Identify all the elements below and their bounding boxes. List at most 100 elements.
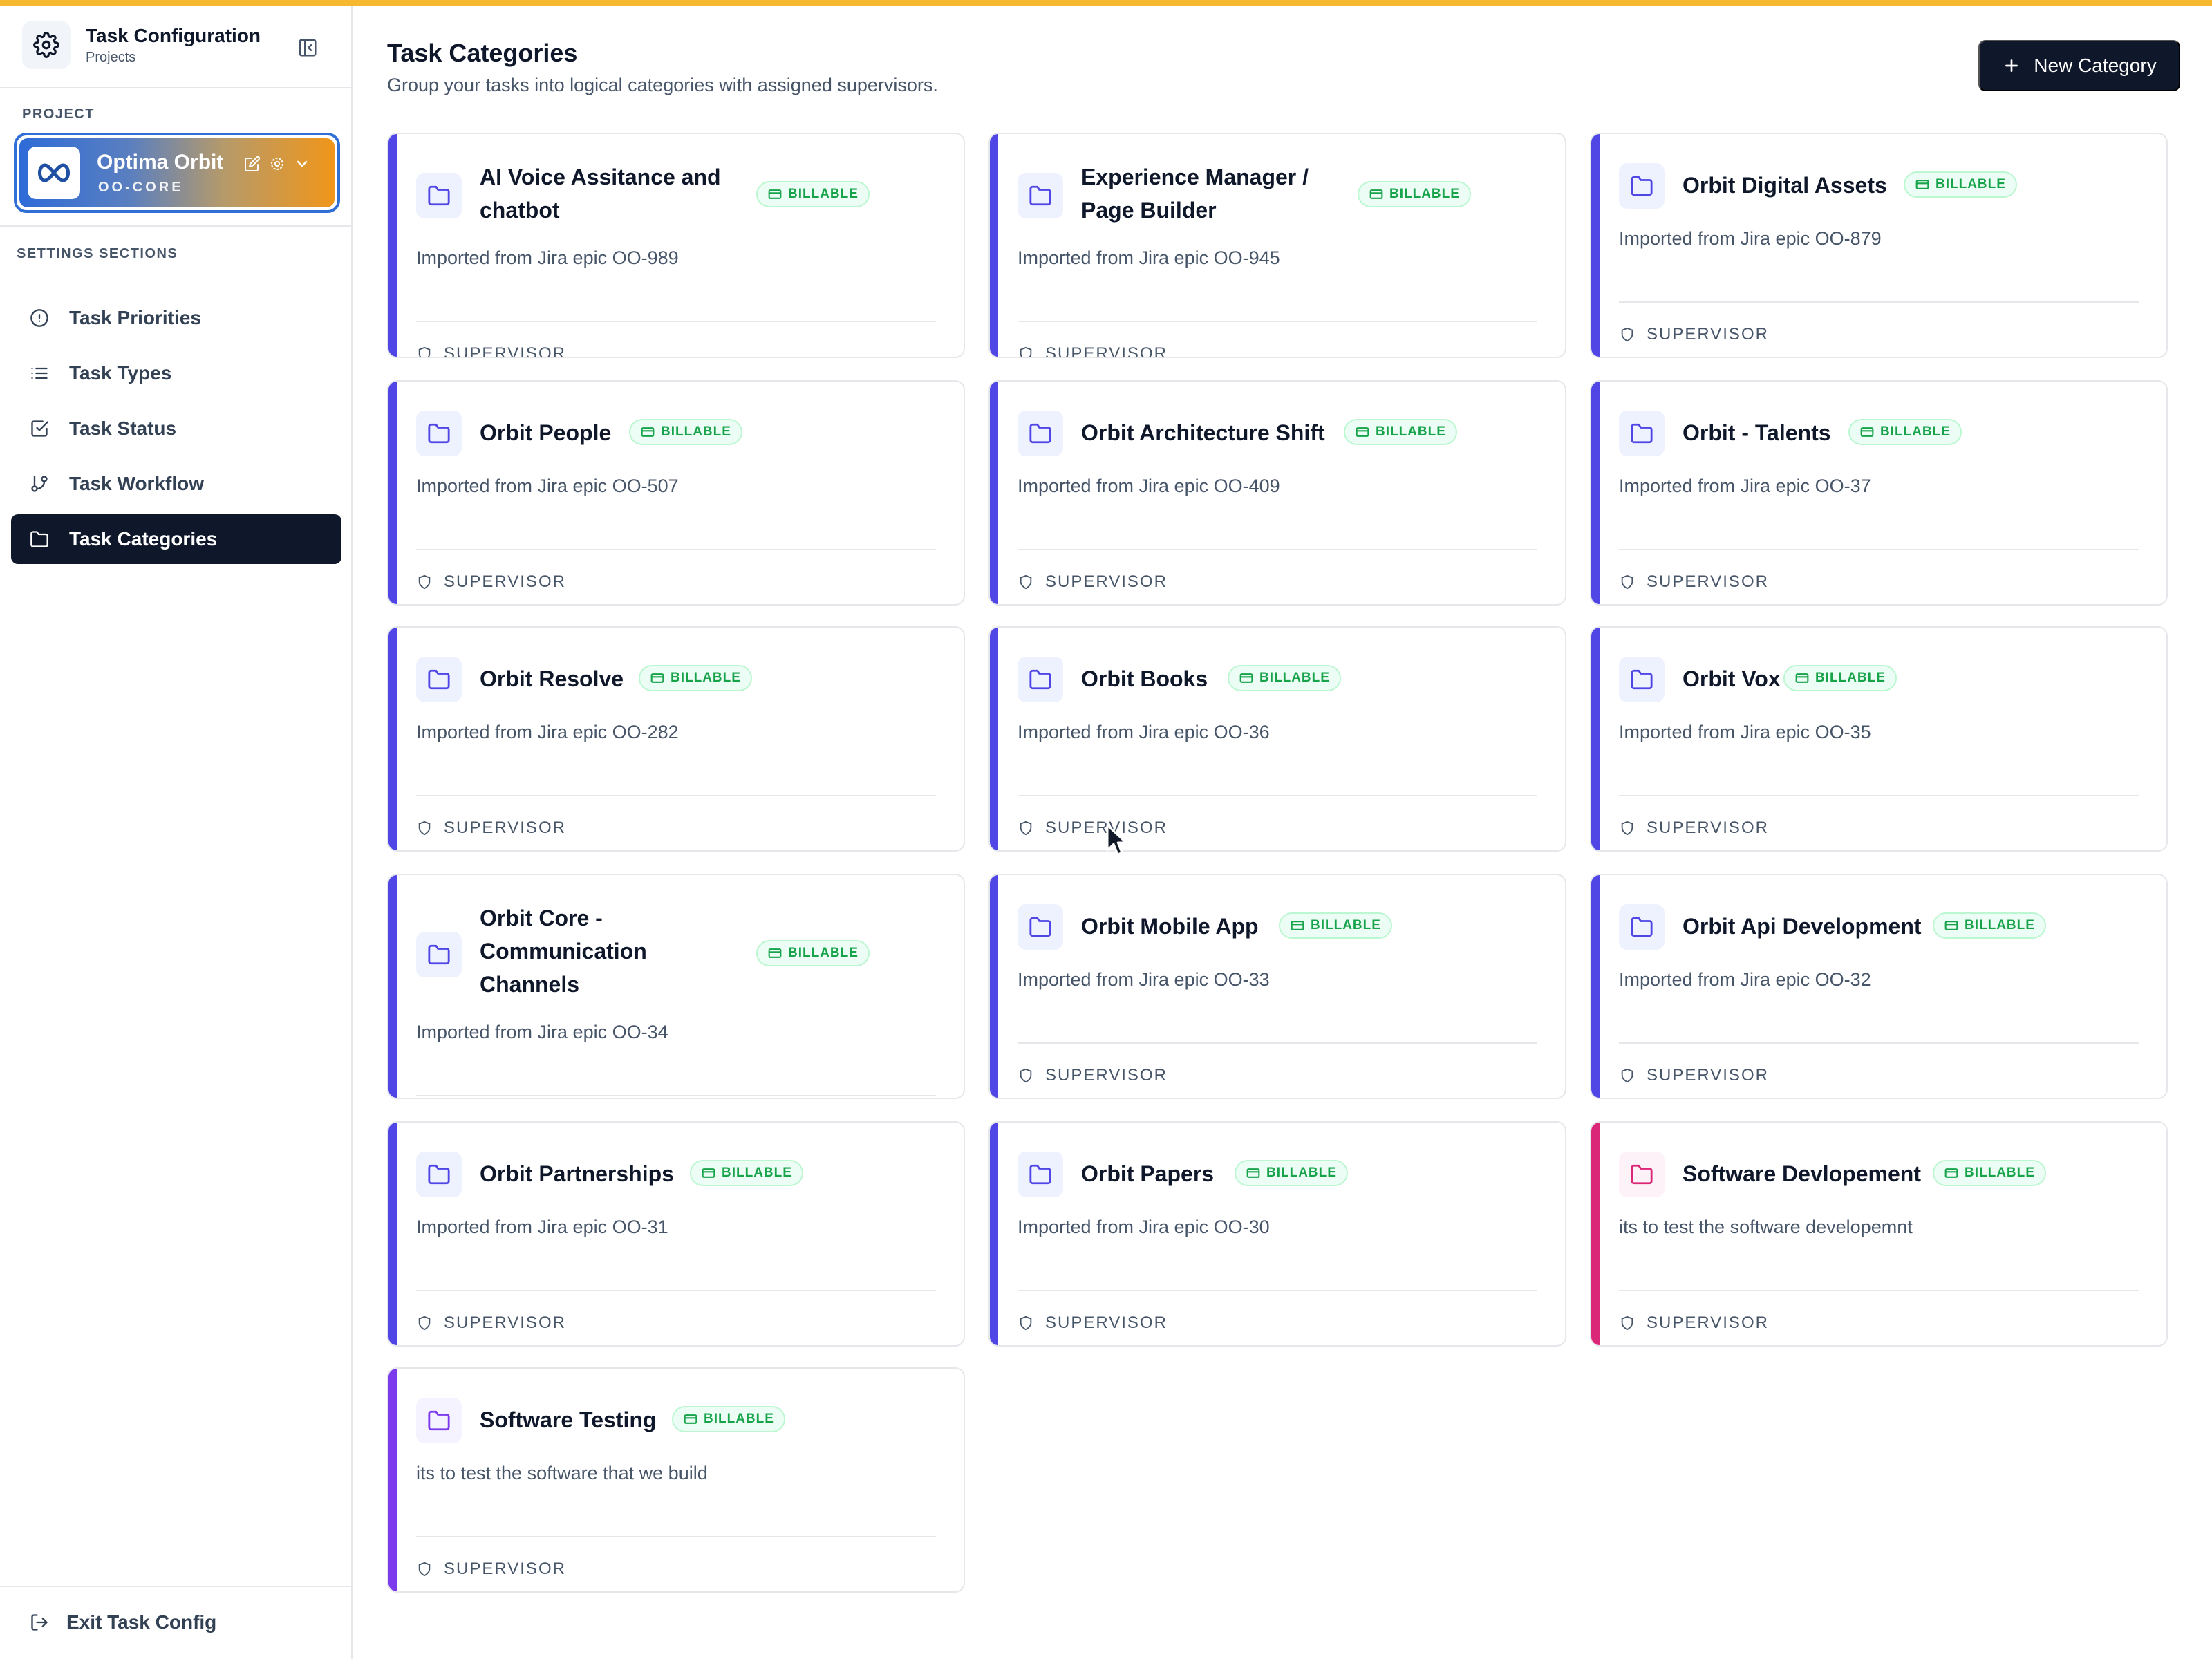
category-card[interactable]: Orbit Resolve BILLABLE Imported from Jir… [387, 626, 965, 852]
category-card[interactable]: Software Devlopement BILLABLE its to tes… [1590, 1121, 2168, 1347]
category-card[interactable]: Orbit Books BILLABLE Imported from Jira … [988, 626, 1566, 852]
shield-icon [1018, 1315, 1034, 1331]
sidebar-item-task-categories[interactable]: Task Categories [11, 514, 341, 564]
sidebar-item-label: Task Categories [69, 528, 218, 550]
card-accent [1591, 134, 1600, 357]
category-description: Imported from Jira epic OO-31 [416, 1217, 668, 1237]
sidebar-item-task-workflow[interactable]: Task Workflow [11, 459, 341, 509]
card-accent [388, 628, 397, 850]
card-accent [990, 628, 998, 850]
project-logo [28, 147, 80, 199]
checkbox-icon [28, 417, 51, 440]
edit-icon[interactable] [243, 155, 261, 173]
credit-card-icon [1859, 424, 1875, 440]
card-divider [1018, 1290, 1537, 1291]
shield-icon [416, 574, 433, 590]
shield-icon [416, 346, 433, 357]
folder-icon [1018, 904, 1063, 950]
shield-icon [1619, 574, 1635, 590]
supervisor-field: SUPERVISOR [1619, 572, 1769, 592]
credit-card-icon [683, 1412, 698, 1427]
shield-icon [1619, 326, 1635, 343]
sidebar-footer-divider [0, 1586, 351, 1587]
folder-icon [1619, 904, 1665, 950]
folder-icon [416, 1152, 462, 1197]
category-card[interactable]: Orbit People BILLABLE Imported from Jira… [387, 380, 965, 606]
category-title: Orbit Partnerships [480, 1161, 674, 1186]
shield-icon [416, 1315, 433, 1331]
sidebar-item-task-types[interactable]: Task Types [11, 348, 341, 398]
sidebar-item-task-priorities[interactable]: Task Priorities [11, 293, 341, 343]
credit-card-icon [1355, 424, 1370, 440]
category-card[interactable]: Orbit Vox BILLABLE Imported from Jira ep… [1590, 626, 2168, 852]
credit-card-icon [1369, 187, 1384, 202]
page-description: Group your tasks into logical categories… [387, 75, 938, 95]
new-category-button[interactable]: New Category [1978, 40, 2180, 91]
log-out-icon [28, 1611, 51, 1634]
folder-icon [1018, 1152, 1063, 1197]
chevron-down-icon[interactable] [293, 155, 311, 173]
project-selector[interactable]: Optima Orbit OO-CORE [14, 133, 340, 213]
credit-card-icon [640, 424, 655, 440]
credit-card-icon [1944, 918, 1959, 933]
category-description: Imported from Jira epic OO-282 [416, 722, 679, 742]
collapse-sidebar-icon[interactable] [296, 36, 319, 59]
card-divider [1619, 1042, 2139, 1044]
folder-icon [416, 173, 462, 218]
settings-icon[interactable] [268, 155, 286, 173]
category-description: Imported from Jira epic OO-507 [416, 476, 679, 496]
folder-icon [1619, 411, 1665, 456]
category-card[interactable]: Experience Manager / Page Builder BILLAB… [988, 133, 1566, 358]
category-title: Orbit - Talents [1683, 420, 1831, 445]
settings-nav: Task Priorities Task Types Task Status T… [11, 293, 341, 570]
sidebar-item-label: Task Priorities [69, 307, 201, 328]
category-card[interactable]: Orbit Digital Assets BILLABLE Imported f… [1590, 133, 2168, 358]
sidebar-header: Task Configuration Projects [0, 6, 351, 88]
sidebar-item-task-status[interactable]: Task Status [11, 404, 341, 453]
shield-icon [1018, 820, 1034, 836]
category-card[interactable]: Orbit Partnerships BILLABLE Imported fro… [387, 1121, 965, 1347]
billable-badge: BILLABLE [1279, 912, 1392, 939]
category-title: Orbit Vox [1683, 666, 1781, 691]
category-card[interactable]: Orbit Papers BILLABLE Imported from Jira… [988, 1121, 1566, 1347]
category-card[interactable]: Orbit Mobile App BILLABLE Imported from … [988, 874, 1566, 1099]
card-divider [1018, 1042, 1537, 1044]
card-accent [990, 382, 998, 604]
billable-badge: BILLABLE [1228, 665, 1341, 691]
card-divider [1018, 795, 1537, 796]
credit-card-icon [1915, 177, 1930, 192]
sidebar-item-label: Task Types [69, 362, 172, 384]
shield-icon [1018, 346, 1034, 357]
category-description: Imported from Jira epic OO-36 [1018, 722, 1270, 742]
plus-icon [2002, 56, 2021, 75]
category-description: Imported from Jira epic OO-34 [416, 1022, 668, 1042]
category-card[interactable]: Orbit - Talents BILLABLE Imported from J… [1590, 380, 2168, 606]
category-card[interactable]: Software Testing BILLABLE its to test th… [387, 1367, 965, 1593]
supervisor-field: SUPERVISOR [416, 1559, 566, 1579]
category-card[interactable]: Orbit Architecture Shift BILLABLE Import… [988, 380, 1566, 606]
billable-badge: BILLABLE [629, 419, 742, 445]
card-accent [1591, 628, 1600, 850]
shield-icon [1018, 574, 1034, 590]
exit-task-config-button[interactable]: Exit Task Config [28, 1611, 216, 1634]
credit-card-icon [701, 1165, 716, 1181]
billable-badge: BILLABLE [1848, 419, 1962, 445]
category-card[interactable]: Orbit Api Development BILLABLE Imported … [1590, 874, 2168, 1099]
supervisor-field: SUPERVISOR [1619, 1313, 1769, 1333]
credit-card-icon [1794, 671, 1810, 686]
card-accent [1591, 382, 1600, 604]
category-description: Imported from Jira epic OO-989 [416, 247, 679, 268]
category-card[interactable]: AI Voice Assitance and chatbot BILLABLE … [387, 133, 965, 358]
card-accent [990, 1123, 998, 1345]
shield-icon [1619, 1315, 1635, 1331]
supervisor-field: SUPERVISOR [1018, 344, 1168, 357]
folder-icon [1619, 163, 1665, 209]
category-description: Imported from Jira epic OO-30 [1018, 1217, 1270, 1237]
billable-badge: BILLABLE [756, 940, 870, 966]
category-card[interactable]: Orbit Core - Communication Channels BILL… [387, 874, 965, 1099]
supervisor-field: SUPERVISOR [1018, 1066, 1168, 1085]
folder-icon [1018, 657, 1063, 702]
credit-card-icon [1290, 918, 1305, 933]
shield-icon [1619, 1067, 1635, 1084]
mouse-cursor-icon [1106, 824, 1131, 859]
